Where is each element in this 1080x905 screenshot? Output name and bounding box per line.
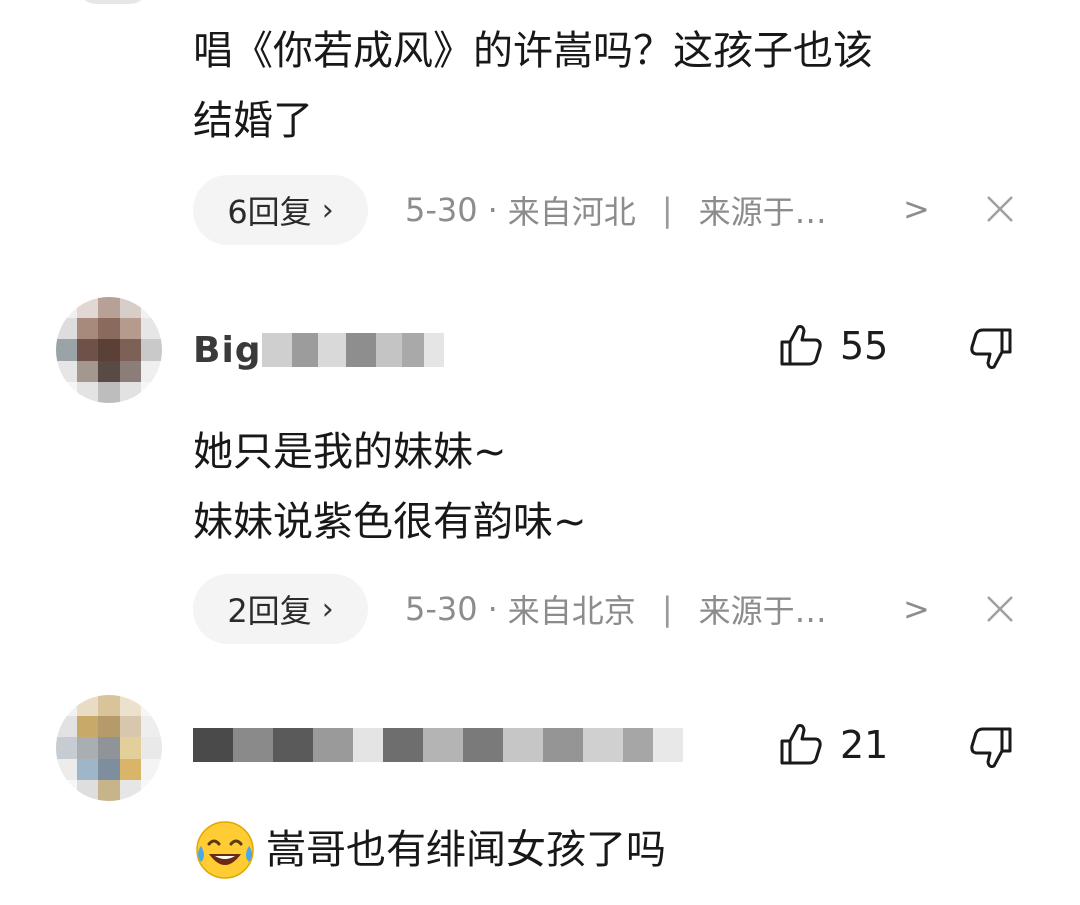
username-blurred[interactable] [193,715,703,775]
avatar[interactable] [56,695,162,801]
chevron-right-icon[interactable]: > [903,190,930,228]
close-icon[interactable] [983,192,1017,226]
comment-2-text-line-1: 她只是我的妹妹~ [193,429,507,475]
comment-source-link[interactable]: 来源于… [699,187,827,233]
comment-location: 来自河北 [507,193,636,231]
comment-1-meta: 5-30 · 来自河北 | 来源于… [405,175,827,245]
separator-bar: | [661,191,673,229]
reply-count-label: 2回复 [227,592,312,630]
separator-bar: | [661,590,673,628]
like-count: 21 [840,723,889,767]
thumbs-down-icon[interactable] [968,725,1014,771]
chevron-right-icon: › [321,591,334,627]
thumbs-up-icon[interactable] [778,721,824,767]
reply-count-label: 6回复 [227,193,312,231]
comment-2-text-line-2: 妹妹说紫色很有韵味~ [193,499,587,545]
comment-date: 5-30 [405,191,478,229]
comment-source-link[interactable]: 来源于… [699,586,827,632]
comment-date: 5-30 [405,590,478,628]
comment-3-text: 嵩哥也有绯闻女孩了吗 [266,827,666,873]
top-avatar-remnant [78,0,148,4]
chevron-right-icon: › [321,192,334,228]
crying-laughing-emoji [193,818,257,882]
separator-dot: · [487,191,498,229]
like-count: 55 [840,324,889,368]
thumbs-down-icon[interactable] [968,326,1014,372]
comment-location: 来自北京 [507,592,636,630]
comment-1-text-line-2: 结婚了 [193,98,313,144]
chevron-right-icon[interactable]: > [903,590,930,628]
username-visible-part: Big [193,329,262,371]
username-blurred[interactable]: Big [193,320,453,380]
avatar[interactable] [56,297,162,403]
comment-1-text-line-1: 唱《你若成风》的许嵩吗？这孩子也该 [193,28,873,74]
comment-1-reply-button[interactable]: 6回复 › [193,175,368,245]
comment-2-meta: 5-30 · 来自北京 | 来源于… [405,574,827,644]
separator-dot: · [487,590,498,628]
close-icon[interactable] [983,592,1017,626]
comment-2-reply-button[interactable]: 2回复 › [193,574,368,644]
thumbs-up-icon[interactable] [778,322,824,368]
